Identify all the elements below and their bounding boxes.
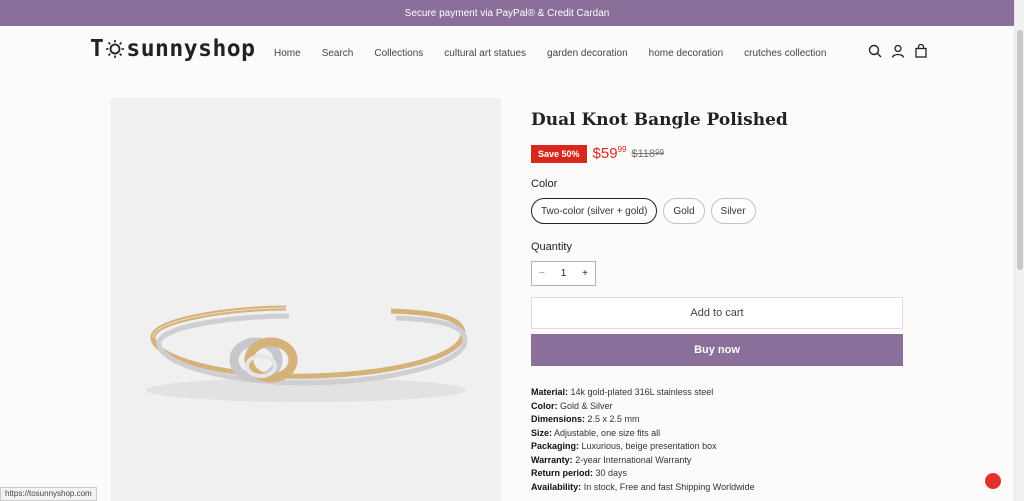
increase-button[interactable]: + <box>582 268 588 279</box>
color-option-silver[interactable]: Silver <box>710 198 756 224</box>
spec-row: Dimensions: 2.5 x 2.5 mm <box>531 414 640 424</box>
spec-row: Color: Gold & Silver <box>531 400 613 411</box>
spec-row: Warranty: 2-year International Warranty <box>531 454 692 465</box>
nav-crutches-collection[interactable]: crutches collection <box>744 48 826 59</box>
site-header: T sunnyshop Home Search Collections cult… <box>0 26 1014 80</box>
quantity-label: Quantity <box>531 241 572 253</box>
spec-row: Material: 14k gold-plated 316L stainless… <box>531 387 714 397</box>
color-option-two-color[interactable]: Two-color (silver + gold) <box>531 198 658 224</box>
logo-prefix: T <box>90 36 105 62</box>
sale-price-cents: 99 <box>617 145 627 154</box>
product-image[interactable] <box>111 98 501 501</box>
chat-icon[interactable] <box>985 473 1001 489</box>
product-info: Dual Knot Bangle Polished Save 50% $5999… <box>531 98 903 494</box>
nav-search[interactable]: Search <box>322 48 354 59</box>
spec-row: Availability: In stock, Free and fast Sh… <box>531 481 755 492</box>
spec-row: Size: Adjustable, one size fits all <box>531 427 661 438</box>
decrease-button[interactable]: − <box>539 268 545 279</box>
bangle-image <box>146 305 468 402</box>
compare-price-main: $118 <box>631 148 656 160</box>
quantity-stepper: − 1 + <box>531 261 596 286</box>
sun-icon <box>105 39 125 59</box>
nav-garden-decoration[interactable]: garden decoration <box>547 48 628 59</box>
spec-row: Return period: 30 days <box>531 468 628 478</box>
compare-price-cents: 99 <box>655 148 665 157</box>
sale-price: $5999 <box>593 145 627 162</box>
buy-now-button[interactable]: Buy now <box>531 334 903 366</box>
color-option-gold[interactable]: Gold <box>663 198 705 224</box>
announcement-bar: Secure payment via PayPal® & Credit Card… <box>0 0 1014 26</box>
nav-home-decoration[interactable]: home decoration <box>649 48 724 59</box>
logo-suffix: sunnyshop <box>126 36 256 62</box>
color-options: Two-color (silver + gold) Gold Silver <box>531 198 903 224</box>
add-to-cart-button[interactable]: Add to cart <box>531 297 903 329</box>
search-icon[interactable] <box>868 44 882 58</box>
scrollbar-thumb[interactable] <box>1017 30 1023 270</box>
save-badge: Save 50% <box>531 145 587 163</box>
compare-price: $11899 <box>631 148 664 160</box>
bag-icon[interactable] <box>914 43 928 58</box>
main-nav: Home Search Collections cultural art sta… <box>274 26 847 80</box>
sale-price-main: $59 <box>592 145 618 162</box>
scrollbar[interactable] <box>1014 0 1024 501</box>
account-icon[interactable] <box>891 44 905 58</box>
color-label: Color <box>531 178 558 190</box>
spec-row: Packaging: Luxurious, beige presentation… <box>531 441 717 451</box>
nav-collections[interactable]: Collections <box>374 48 423 59</box>
quantity-input[interactable]: 1 <box>561 268 567 279</box>
status-url: https://tosunnyshop.com <box>0 487 97 501</box>
header-icons <box>868 43 928 58</box>
nav-cultural-art-statues[interactable]: cultural art statues <box>444 48 526 59</box>
price-row: Save 50% $5999 $11899 <box>531 145 903 163</box>
product-specs: Material: 14k gold-plated 316L stainless… <box>531 386 903 494</box>
nav-home[interactable]: Home <box>274 48 301 59</box>
product-title: Dual Knot Bangle Polished <box>531 110 788 130</box>
logo[interactable]: T sunnyshop <box>90 36 255 62</box>
